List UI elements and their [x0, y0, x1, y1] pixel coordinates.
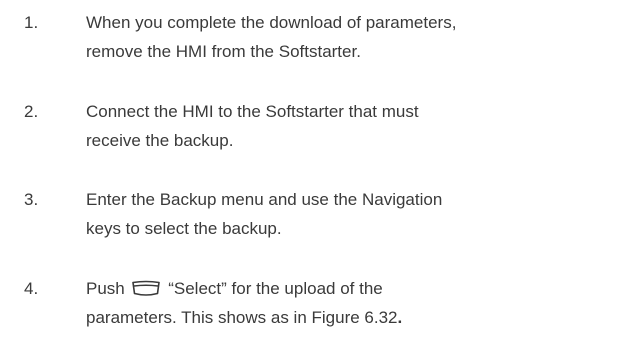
step-number: 4.: [24, 279, 39, 298]
step-line: Push “Select” for the upload of the: [86, 274, 632, 303]
step-end-period: .: [397, 308, 403, 327]
step-text: Connect the HMI to the Softstarter that …: [86, 97, 632, 155]
step-line: parameters. This shows as in Figure 6.32…: [86, 303, 632, 332]
step-line: remove the HMI from the Softstarter.: [86, 42, 361, 61]
step-line: When you complete the download of parame…: [86, 13, 457, 32]
selection-key-icon: [132, 280, 161, 296]
step-text-select: “Select” for the upload of the: [168, 279, 383, 298]
step-text: When you complete the download of parame…: [86, 8, 632, 66]
step-text-push: Push: [86, 279, 125, 298]
step-line: keys to select the backup.: [86, 219, 282, 238]
step-line: receive the backup.: [86, 131, 234, 150]
step-text: Enter the Backup menu and use the Naviga…: [86, 185, 632, 243]
step-number: 3.: [24, 190, 39, 209]
step-number: 1.: [24, 13, 39, 32]
step-text-parameters: parameters. This shows as in Figure 6.32: [86, 308, 398, 327]
step-text: Push “Select” for the upload of the para…: [86, 274, 632, 332]
step-line: Enter the Backup menu and use the Naviga…: [86, 190, 443, 209]
step-line: Connect the HMI to the Softstarter that …: [86, 102, 419, 121]
step-number: 2.: [24, 102, 39, 121]
